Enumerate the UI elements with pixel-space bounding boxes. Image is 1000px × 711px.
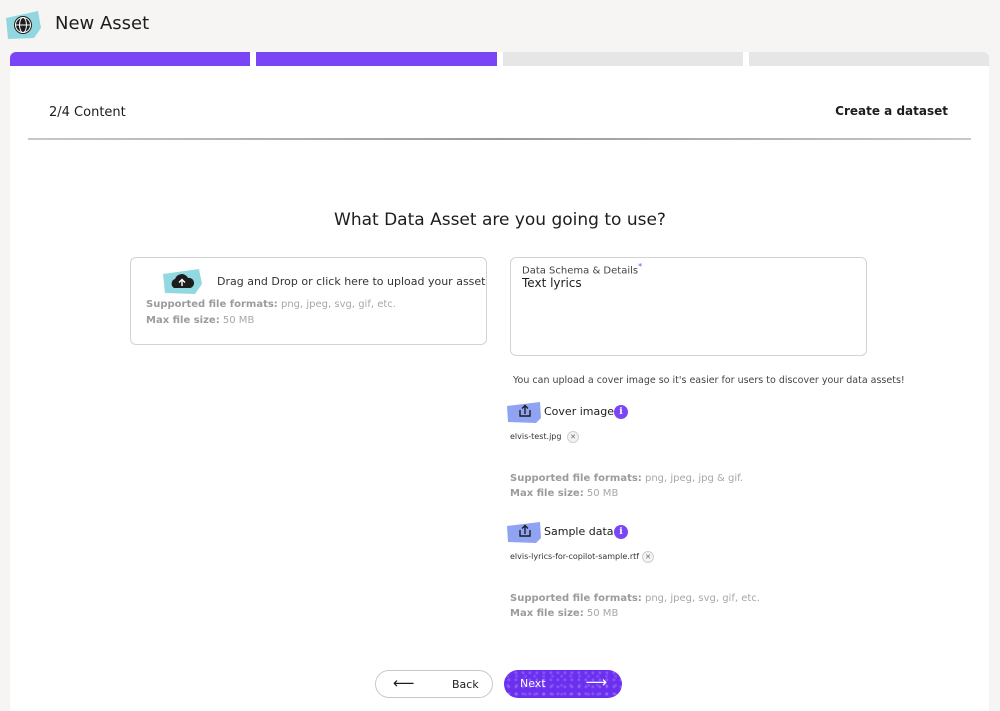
- size-value: 50 MB: [222, 315, 255, 326]
- progress-bar: [10, 52, 989, 66]
- formats-label: Supported file formats:: [510, 593, 642, 604]
- upload-formats: Supported file formats: png, jpeg, svg, …: [146, 299, 396, 310]
- next-button[interactable]: Next ⟶: [504, 670, 622, 698]
- sample-max-size: Max file size: 50 MB: [510, 608, 618, 619]
- arrow-right-icon: ⟶: [585, 673, 607, 691]
- size-label: Max file size:: [510, 608, 584, 619]
- progress-step-1: [10, 52, 251, 66]
- data-schema-label: Data Schema & Details*: [522, 262, 642, 276]
- sample-formats: Supported file formats: png, jpeg, svg, …: [510, 593, 760, 604]
- formats-value: png, jpeg, svg, gif, etc.: [280, 299, 396, 310]
- step-indicator: 2/4 Content: [49, 105, 126, 120]
- size-label: Max file size:: [146, 315, 220, 326]
- cloud-upload-icon: [163, 269, 202, 294]
- formats-value: png, jpeg, svg, gif, etc.: [644, 593, 760, 604]
- upload-icon: [507, 402, 541, 423]
- upload-max-size: Max file size: 50 MB: [146, 315, 254, 326]
- sample-file-name: elvis-lyrics-for-copilot-sample.rtf: [510, 552, 640, 561]
- progress-step-2: [256, 52, 497, 66]
- globe-logo-icon[interactable]: [4, 8, 42, 42]
- question-heading: What Data Asset are you going to use?: [334, 210, 666, 230]
- formats-label: Supported file formats:: [510, 473, 642, 484]
- progress-step-4: [748, 52, 989, 66]
- formats-label: Supported file formats:: [146, 299, 278, 310]
- top-bar: New Asset: [0, 0, 1000, 50]
- back-button[interactable]: ⟵ Back: [375, 670, 493, 698]
- remove-cover-file-icon[interactable]: ✕: [567, 431, 579, 443]
- next-button-label: Next: [520, 677, 546, 690]
- data-schema-field[interactable]: Data Schema & Details*: [510, 257, 867, 356]
- cover-file-name: elvis-test.jpg: [510, 432, 562, 441]
- schema-label-text: Data Schema & Details: [522, 265, 639, 277]
- cover-image-label: Cover image: [544, 405, 614, 418]
- asset-upload-dropzone[interactable]: Drag and Drop or click here to upload yo…: [130, 257, 487, 345]
- progress-step-3: [502, 52, 743, 66]
- formats-value: png, jpeg, jpg & gif.: [644, 473, 744, 484]
- back-button-label: Back: [452, 678, 479, 691]
- info-icon[interactable]: i: [614, 405, 628, 419]
- upload-instruction: Drag and Drop or click here to upload yo…: [217, 275, 486, 288]
- page-subtitle: Create a dataset: [835, 104, 948, 118]
- upload-icon: [507, 522, 541, 543]
- app-title: New Asset: [55, 13, 150, 34]
- remove-sample-file-icon[interactable]: ✕: [642, 551, 654, 563]
- cover-formats: Supported file formats: png, jpeg, jpg &…: [510, 473, 743, 484]
- required-mark: *: [638, 262, 643, 271]
- cover-hint: You can upload a cover image so it's eas…: [513, 375, 905, 386]
- size-value: 50 MB: [586, 488, 619, 499]
- size-label: Max file size:: [510, 488, 584, 499]
- cover-max-size: Max file size: 50 MB: [510, 488, 618, 499]
- info-icon[interactable]: i: [614, 525, 628, 539]
- sample-data-label: Sample data: [544, 525, 614, 538]
- size-value: 50 MB: [586, 608, 619, 619]
- arrow-left-icon: ⟵: [393, 674, 415, 692]
- divider: [28, 138, 971, 140]
- data-schema-input[interactable]: [522, 276, 852, 290]
